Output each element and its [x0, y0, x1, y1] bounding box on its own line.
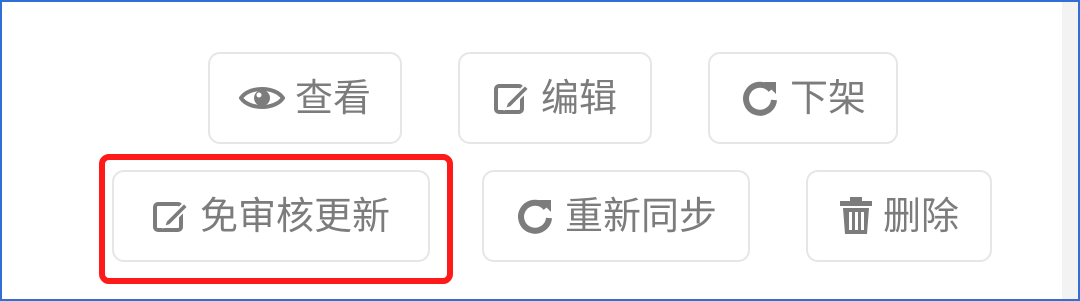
eye-icon	[238, 83, 285, 113]
edit-button-label: 编辑	[540, 76, 617, 120]
edit-icon	[152, 197, 190, 235]
update-without-review-label: 免审核更新	[199, 194, 390, 238]
resync-button-label: 重新同步	[564, 194, 717, 238]
resync-button[interactable]: 重新同步	[482, 170, 750, 262]
right-gutter	[1062, 2, 1078, 299]
delete-button[interactable]: 删除	[806, 170, 992, 262]
refresh-icon	[515, 196, 555, 236]
refresh-icon	[740, 78, 780, 118]
update-without-review-button[interactable]: 免审核更新	[112, 170, 430, 262]
view-button-label: 查看	[294, 76, 371, 120]
trash-icon	[839, 196, 873, 236]
edit-button[interactable]: 编辑	[458, 52, 652, 144]
delete-button-label: 删除	[882, 194, 959, 238]
view-button[interactable]: 查看	[208, 52, 402, 144]
delist-button[interactable]: 下架	[708, 52, 898, 144]
delist-button-label: 下架	[789, 76, 866, 120]
edit-icon	[493, 79, 531, 117]
